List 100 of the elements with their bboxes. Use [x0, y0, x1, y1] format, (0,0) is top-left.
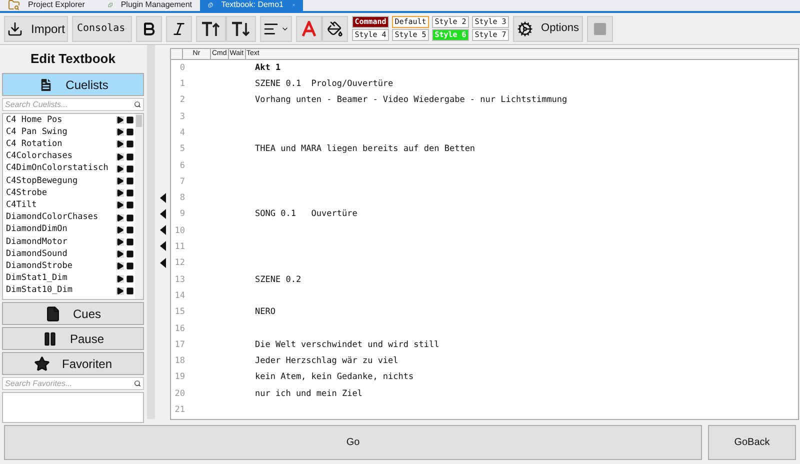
line-number: 2 [178, 94, 185, 108]
paint-bucket-icon [327, 20, 343, 36]
play-icon[interactable] [116, 274, 124, 283]
play-icon[interactable] [116, 189, 124, 198]
script-line: SONG 0.1 Ouvertüre [255, 208, 358, 222]
cuelists-button[interactable]: Cuelists [2, 73, 144, 96]
script-line: kein Atem, kein Gedanke, nichts [255, 371, 414, 384]
panel-title: Edit Textbook [30, 50, 116, 68]
line-number: 17 [174, 338, 185, 352]
text-size-up-icon [201, 20, 221, 36]
import-button[interactable]: Import [4, 16, 68, 42]
cuelist-name[interactable]: DiamondMotor [6, 236, 68, 248]
play-icon[interactable] [116, 238, 124, 246]
script-line: Jeder Herzschlag wär zu viel [255, 355, 398, 368]
italic-button[interactable] [166, 16, 192, 42]
pause-button[interactable]: Pause [2, 327, 144, 350]
cuelist-name[interactable]: C4Tilt [6, 199, 37, 212]
line-number: 8 [178, 192, 185, 205]
options-button[interactable]: Options [513, 16, 583, 42]
play-icon[interactable] [116, 286, 124, 295]
line-number: 21 [174, 404, 185, 417]
script-line: SZENE 0.1 Prolog/Ouvertüre [255, 78, 394, 91]
cuelist-name[interactable]: DimStat1_Dim [6, 272, 68, 285]
search-icon [134, 101, 141, 108]
download-icon [6, 20, 23, 36]
cuelist-name[interactable]: C4DimOnColorstatisch [6, 162, 108, 176]
play-icon[interactable] [116, 116, 124, 124]
play-icon[interactable] [116, 128, 124, 136]
text-size-down-icon [231, 20, 251, 36]
square-icon [594, 22, 606, 34]
cuelist-name[interactable]: C4 Rotation [6, 138, 62, 151]
line-number: 4 [178, 126, 185, 140]
line-number: 19 [174, 371, 185, 384]
file-icon [44, 306, 61, 322]
play-icon[interactable] [116, 164, 124, 173]
align-left-icon [263, 20, 279, 36]
script-line: Vorhang unten - Beamer - Video Wiedergabe - nur Lichtstimmung [255, 94, 568, 108]
line-number: 7 [178, 176, 185, 189]
folder-search-icon [8, 0, 20, 10]
play-icon[interactable] [116, 250, 124, 258]
cuelist-name[interactable]: C4Colorchases [6, 150, 73, 164]
bold-icon [141, 20, 157, 36]
line-number: 9 [178, 208, 185, 222]
favorites-button[interactable]: Favoriten [2, 352, 144, 375]
increase-size-button[interactable] [196, 16, 226, 42]
play-icon[interactable] [116, 201, 124, 210]
document-tab[interactable]: Textbook: Demo1 [200, 0, 303, 11]
left-triangle-icon[interactable] [160, 192, 166, 203]
play-icon[interactable] [116, 262, 124, 270]
line-number: 20 [174, 388, 185, 400]
pause-icon [42, 330, 58, 346]
line-number: 16 [174, 322, 185, 336]
search-icon [134, 380, 141, 387]
line-number: 5 [178, 143, 185, 156]
cuelist-name[interactable]: DiamondStrobe [6, 260, 73, 273]
document-tab[interactable]: Project Explorer [0, 0, 100, 11]
letter-a-icon [302, 20, 316, 36]
puzzle-icon [108, 0, 113, 10]
gears-icon [517, 20, 534, 36]
play-icon[interactable] [116, 152, 124, 161]
cuelist-name[interactable]: DiamondDimOn [6, 223, 68, 236]
left-triangle-icon[interactable] [160, 208, 166, 219]
cuelist-name[interactable]: DiamondSound [6, 248, 68, 261]
play-icon[interactable] [116, 214, 124, 222]
scrollbar[interactable] [147, 45, 155, 419]
font-color-button[interactable] [296, 16, 322, 42]
search-field[interactable]: Search Favorites... [2, 377, 144, 390]
left-triangle-icon[interactable] [160, 258, 166, 268]
left-triangle-icon[interactable] [160, 225, 166, 236]
font-dropdown[interactable]: Consolas [72, 16, 132, 42]
scrollbar[interactable] [135, 114, 143, 299]
search-field[interactable]: Search Cuelists... [2, 98, 144, 111]
script-line: nur ich und mein Ziel [255, 388, 362, 400]
cues-button[interactable]: Cues [2, 302, 144, 325]
star-icon [34, 356, 50, 372]
script-line: Die Welt verschwindet und wird still [255, 338, 440, 352]
fill-color-button[interactable] [322, 16, 348, 42]
play-icon[interactable] [116, 177, 124, 186]
bold-button[interactable] [136, 16, 162, 42]
documents-icon [208, 0, 214, 10]
align-dropdown[interactable] [260, 16, 292, 42]
cuelist-name[interactable]: DimStat10_Dim [6, 284, 73, 298]
document-tab[interactable]: Plugin Management [100, 0, 200, 11]
decrease-size-button[interactable] [226, 16, 256, 42]
cuelist-name[interactable]: C4 Pan Swing [6, 126, 68, 139]
line-number: 14 [174, 290, 185, 303]
cuelist-name[interactable]: C4Strobe [6, 186, 47, 200]
italic-icon [171, 20, 187, 36]
line-number: 15 [174, 306, 185, 319]
cuelist-name[interactable]: C4StopBewegung [6, 174, 78, 188]
left-triangle-icon[interactable] [160, 241, 166, 252]
go-back-button[interactable]: GoBack [708, 425, 796, 460]
line-number: 1 [178, 78, 185, 91]
play-icon[interactable] [116, 226, 124, 234]
go-button[interactable]: Go [4, 425, 702, 460]
play-icon[interactable] [116, 140, 124, 148]
cuelist-name[interactable]: DiamondColorChases [6, 211, 98, 224]
line-number: 18 [174, 355, 185, 368]
line-number: 0 [178, 62, 185, 75]
cuelist-name[interactable]: C4 Home Pos [6, 114, 62, 126]
